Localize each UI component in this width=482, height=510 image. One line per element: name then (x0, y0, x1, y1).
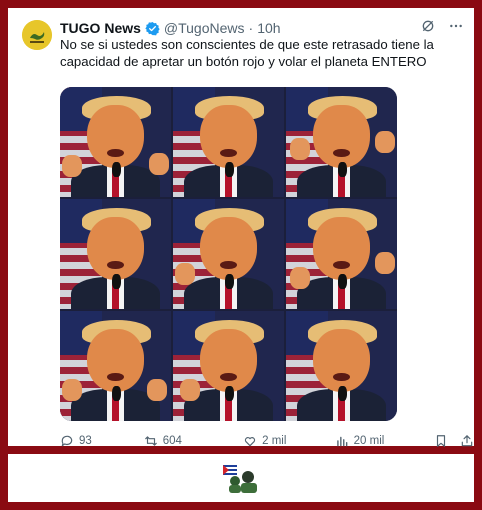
views-button[interactable]: 20 mil (335, 434, 434, 448)
repost-icon (144, 436, 157, 446)
reply-icon (61, 435, 73, 447)
reply-button[interactable]: 93 (60, 434, 144, 448)
verified-badge-icon (145, 21, 160, 35)
author-handle[interactable]: @TugoNews (164, 20, 245, 36)
media-frame (60, 87, 171, 197)
media-frame (286, 311, 397, 421)
post-actions: 93 604 2 mil 20 mil (60, 432, 474, 450)
footer-bar (8, 454, 474, 502)
media-frame (173, 311, 284, 421)
views-count: 20 mil (353, 435, 385, 447)
media-frame (60, 311, 171, 421)
like-button[interactable]: 2 mil (243, 434, 335, 448)
flag-and-figures-icon (223, 465, 257, 493)
more-options-icon[interactable] (448, 18, 464, 34)
media-frame (286, 87, 397, 197)
repost-button[interactable]: 604 (144, 434, 243, 448)
post-media-grid[interactable] (60, 87, 397, 421)
share-icon[interactable] (460, 434, 474, 448)
grok-icon[interactable] (420, 18, 436, 34)
bookmark-icon[interactable] (434, 434, 448, 448)
tweet-card: TUGO News @TugoNews · 10h No se si usted… (8, 8, 474, 447)
like-count: 2 mil (262, 435, 287, 447)
author-name[interactable]: TUGO News (60, 20, 141, 36)
heart-icon (244, 437, 256, 447)
reply-count: 93 (79, 435, 92, 447)
post-time[interactable]: 10h (257, 20, 280, 36)
media-frame (173, 87, 284, 197)
post-actions-tail (434, 434, 474, 448)
post-header-actions (420, 18, 464, 34)
avatar[interactable] (22, 20, 52, 50)
views-chart-icon (336, 436, 348, 447)
separator-dot: · (248, 20, 254, 36)
media-frame (60, 199, 171, 309)
post-text: No se si ustedes son conscientes de que … (60, 37, 434, 69)
media-frame (286, 199, 397, 309)
post-header: TUGO News @TugoNews · 10h (60, 18, 460, 38)
snake-flag-avatar-icon (22, 20, 52, 50)
media-frame (173, 199, 284, 309)
repost-count: 604 (162, 435, 182, 447)
